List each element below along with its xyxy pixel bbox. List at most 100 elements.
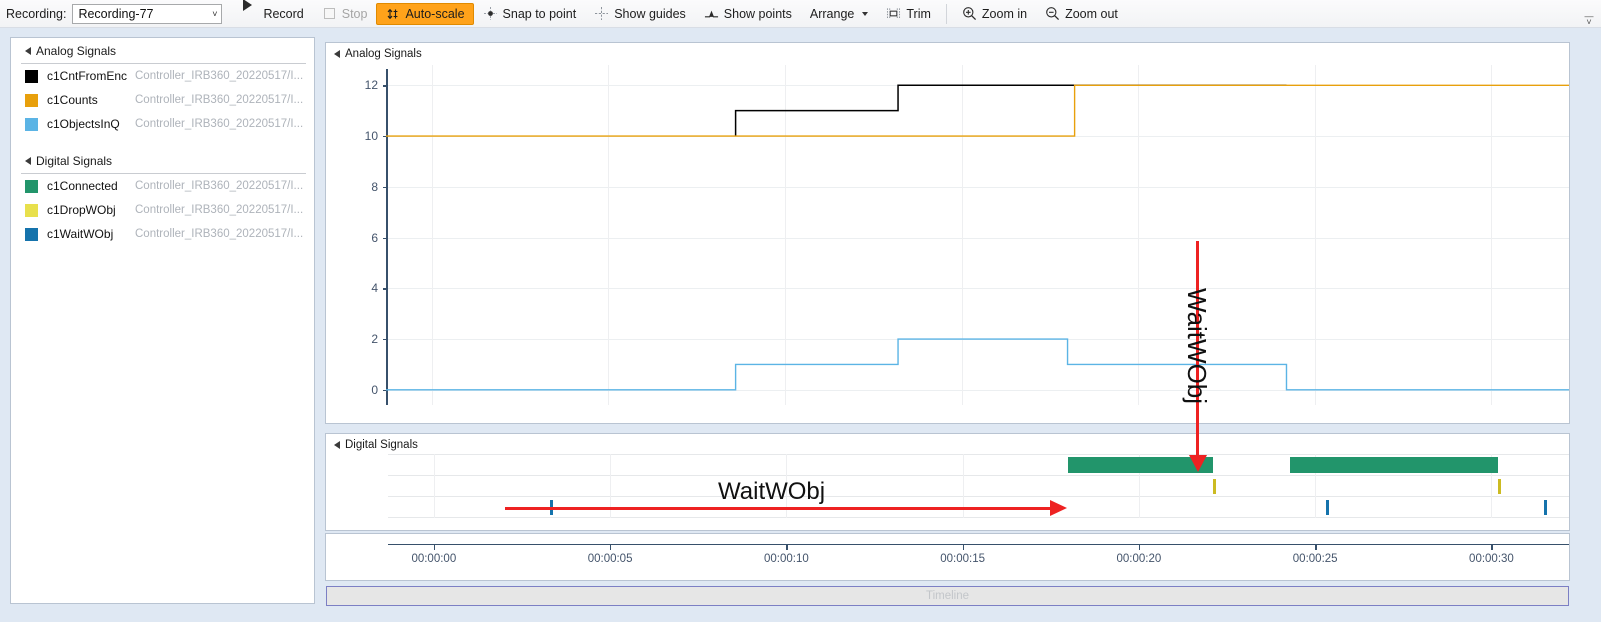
- digital-bar-c1Connected[interactable]: [1290, 457, 1499, 473]
- expand-triangle-icon: [334, 441, 340, 449]
- stop-button[interactable]: Stop: [313, 3, 377, 25]
- show-points-button[interactable]: Show points: [695, 3, 801, 25]
- snap-to-point-icon: [483, 6, 498, 21]
- analog-panel-title: Analog Signals: [345, 48, 422, 60]
- signal-row[interactable]: c1Counts Controller_IRB360_20220517/I...: [11, 88, 314, 112]
- zoom-in-button[interactable]: Zoom in: [953, 3, 1036, 25]
- zoom-out-icon: [1045, 6, 1060, 21]
- signal-row[interactable]: c1Connected Controller_IRB360_20220517/I.…: [11, 174, 314, 198]
- snap-to-point-label: Snap to point: [502, 6, 577, 21]
- time-tick: [1315, 544, 1317, 550]
- y-axis-tick-label: 10: [364, 129, 378, 144]
- signal-row[interactable]: c1DropWObj Controller_IRB360_20220517/I..…: [11, 198, 314, 222]
- signal-name: c1WaitWObj: [47, 227, 114, 241]
- signal-name: c1Counts: [47, 93, 98, 107]
- stop-button-label: Stop: [341, 6, 368, 21]
- signal-name: c1Connected: [47, 179, 118, 193]
- signal-color-swatch: [25, 93, 38, 107]
- record-button-label: Record: [263, 6, 304, 21]
- zoom-out-button[interactable]: Zoom out: [1036, 3, 1127, 25]
- toolbar-overflow-button[interactable]: — ˅: [1583, 12, 1595, 27]
- digital-signal-list: c1Connected Controller_IRB360_20220517/I.…: [11, 174, 314, 246]
- signal-path: Controller_IRB360_20220517/I...: [135, 228, 304, 240]
- chevron-down-icon: [862, 11, 869, 16]
- annotation-vertical-label: WaitWObj: [1182, 288, 1212, 405]
- time-tick-label: 00:00:05: [587, 553, 633, 565]
- recording-label: Recording:: [6, 6, 67, 21]
- time-tick-label: 00:00:00: [411, 553, 457, 565]
- timeline-scrollbar[interactable]: Timeline: [326, 586, 1569, 606]
- digital-row-divider: [388, 496, 1569, 497]
- analog-panel-header[interactable]: Analog Signals: [326, 43, 1569, 61]
- chevron-down-icon: ˅: [212, 8, 218, 19]
- snap-to-point-button[interactable]: Snap to point: [474, 3, 586, 25]
- digital-tick-c1DropWObj[interactable]: [1212, 479, 1216, 494]
- autoscale-button-label: Auto-scale: [405, 6, 465, 21]
- signal-name: c1ObjectsInQ: [47, 117, 120, 131]
- show-guides-label: Show guides: [614, 6, 686, 21]
- analog-signals-group-header[interactable]: Analog Signals: [11, 38, 314, 62]
- gridline-vertical: [433, 454, 435, 518]
- time-tick: [786, 544, 788, 550]
- signal-row[interactable]: c1CntFromEnc Controller_IRB360_20220517/I…: [11, 64, 314, 88]
- y-axis-tick-label: 2: [371, 332, 378, 347]
- digital-row-divider: [388, 475, 1569, 476]
- annotation-horizontal-label: WaitWObj: [718, 478, 826, 505]
- series-c1Counts: [386, 84, 1569, 137]
- signal-color-swatch: [25, 117, 38, 131]
- digital-row-divider: [388, 517, 1569, 518]
- trim-icon: [886, 6, 901, 21]
- toolbar-divider: [945, 3, 947, 24]
- series-c1CntFromEnc: [734, 84, 1287, 137]
- annotation-horizontal-arrow-line: [505, 507, 1055, 510]
- show-guides-button[interactable]: Show guides: [585, 3, 695, 25]
- signal-path: Controller_IRB360_20220517/I...: [135, 94, 304, 106]
- y-axis-tick-label: 0: [371, 382, 378, 397]
- y-axis-tick-label: 8: [371, 179, 378, 194]
- digital-panel-header[interactable]: Digital Signals: [326, 434, 1569, 452]
- analog-group-label: Analog Signals: [36, 44, 117, 58]
- arrange-button[interactable]: Arrange: [801, 3, 877, 25]
- signal-row[interactable]: c1ObjectsInQ Controller_IRB360_20220517/I…: [11, 112, 314, 136]
- signal-list-panel: Analog Signals c1CntFromEnc Controller_IR…: [10, 37, 315, 604]
- time-axis-panel: 00:00:00 00:00:05 00:00:10 00:00:15 00:00:20…: [325, 533, 1570, 581]
- signal-row[interactable]: c1WaitWObj Controller_IRB360_20220517/I..…: [11, 222, 314, 246]
- digital-tick-c1WaitWObj[interactable]: [1544, 500, 1548, 515]
- time-tick: [962, 544, 965, 550]
- digital-tick-c1DropWObj[interactable]: [1498, 479, 1502, 494]
- expand-triangle-icon: [334, 50, 340, 58]
- digital-panel-title: Digital Signals: [345, 439, 418, 451]
- zoom-in-label: Zoom in: [981, 6, 1028, 21]
- autoscale-button[interactable]: Auto-scale: [376, 2, 474, 25]
- analog-plot-area[interactable]: 0 2 4 6 8 10 12: [365, 65, 1569, 405]
- trim-button[interactable]: Trim: [877, 3, 940, 25]
- digital-tick-c1WaitWObj[interactable]: [1325, 500, 1329, 515]
- expand-triangle-icon: [25, 157, 31, 165]
- series-c1ObjectsInQ: [386, 338, 1569, 391]
- record-button[interactable]: Record: [234, 3, 312, 25]
- signal-path: Controller_IRB360_20220517/I...: [135, 204, 304, 216]
- digital-signals-group-header[interactable]: Digital Signals: [11, 148, 314, 172]
- signal-path: Controller_IRB360_20220517/I...: [135, 70, 304, 82]
- y-axis-tick-label: 6: [371, 230, 378, 245]
- y-axis-tick-label: 12: [364, 78, 378, 93]
- stop-icon: [322, 6, 337, 21]
- time-tick: [610, 544, 612, 550]
- signal-color-swatch: [25, 69, 38, 83]
- analog-chart-panel: Analog Signals 0 2 4 6 8 10 12: [325, 42, 1570, 424]
- autoscale-icon: [385, 6, 400, 21]
- arrange-label: Arrange: [809, 6, 855, 21]
- zoom-in-icon: [962, 6, 977, 21]
- time-tick-label: 00:00:15: [940, 553, 986, 565]
- signal-path: Controller_IRB360_20220517/I...: [135, 180, 304, 192]
- digital-group-label: Digital Signals: [36, 154, 113, 168]
- trim-label: Trim: [906, 6, 931, 21]
- signal-color-swatch: [25, 179, 38, 193]
- analog-signal-list: c1CntFromEnc Controller_IRB360_20220517/I…: [11, 64, 314, 136]
- zoom-out-label: Zoom out: [1065, 6, 1118, 21]
- y-axis-tick-label: 4: [371, 281, 378, 296]
- analog-series-svg: [386, 84, 1569, 391]
- recording-select[interactable]: Recording-77 ˅: [72, 3, 223, 24]
- digital-signals-panel: Digital Signals: [325, 433, 1570, 531]
- time-tick: [1138, 544, 1141, 550]
